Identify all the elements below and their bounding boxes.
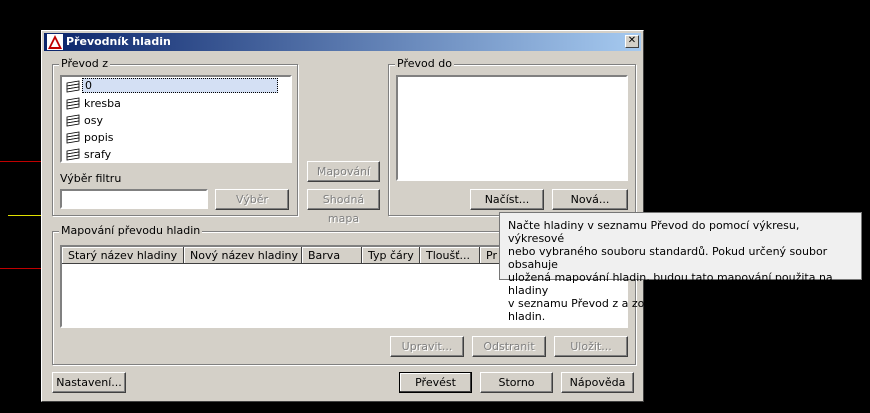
layer-icon	[66, 114, 80, 127]
settings-button[interactable]: Nastavení...	[52, 372, 126, 393]
convert-button[interactable]: Převést	[399, 372, 472, 393]
remove-button[interactable]: Odstranit	[472, 336, 546, 357]
new-button[interactable]: Nová...	[552, 189, 628, 210]
target-layer-list[interactable]	[396, 75, 628, 181]
save-button[interactable]: Uložit...	[554, 336, 628, 357]
layer-icon	[66, 80, 80, 93]
window-title: Převodník hladin	[66, 35, 171, 48]
source-group-label: Převod z	[59, 57, 110, 70]
layer-name: kresba	[84, 97, 121, 110]
layer-name: popis	[84, 131, 114, 144]
edit-button[interactable]: Upravit...	[390, 336, 464, 357]
tooltip-line: v seznamu Převod z a zobrazena v poli Ma…	[508, 297, 828, 323]
tooltip-line: nebo vybraného souboru standardů. Pokud …	[508, 245, 828, 271]
tooltip-line: Načte hladiny v seznamu Převod do pomocí…	[508, 219, 800, 245]
filter-input[interactable]	[60, 189, 208, 209]
column-header[interactable]: Barva	[302, 247, 362, 264]
source-layer-item[interactable]: osy	[64, 112, 274, 128]
title-bar[interactable]: Převodník hladin ✕	[44, 33, 641, 51]
cancel-button[interactable]: Storno	[480, 372, 553, 393]
filter-label: Výběr filtru	[60, 172, 122, 185]
mapping-group-label: Mapování převodu hladin	[59, 224, 203, 237]
source-layer-item[interactable]: kresba	[64, 95, 274, 111]
background-line-yellow	[8, 215, 41, 216]
background-line-red-1	[0, 161, 41, 162]
autocad-app-icon	[47, 34, 63, 50]
load-button-tooltip: Načte hladiny v seznamu Převod do pomocí…	[499, 212, 862, 323]
column-header[interactable]: Tloušť...	[420, 247, 480, 264]
background-line-red-2	[0, 268, 41, 269]
load-button[interactable]: Načíst...	[470, 189, 544, 210]
source-layer-item[interactable]: srafy	[64, 146, 274, 162]
column-header[interactable]: Starý název hladiny	[62, 247, 184, 264]
layer-icon	[66, 148, 80, 161]
close-button[interactable]: ✕	[625, 35, 639, 48]
column-header[interactable]: Typ čáry	[362, 247, 420, 264]
map-button[interactable]: Mapování	[307, 161, 380, 182]
same-map-button[interactable]: Shodná mapa	[307, 189, 380, 225]
help-button[interactable]: Nápověda	[561, 372, 634, 393]
layer-name: 0	[82, 78, 278, 93]
layer-name: osy	[84, 114, 103, 127]
tooltip-line: uložená mapování hladin, budou tato mapo…	[508, 271, 833, 297]
source-layer-item[interactable]: 0	[64, 78, 278, 94]
layer-name: srafy	[84, 148, 112, 161]
source-layer-list[interactable]: 0 kresba osy popis srafy	[60, 75, 292, 163]
column-header[interactable]: Nový název hladiny	[184, 247, 302, 264]
select-button[interactable]: Výběr	[215, 189, 289, 210]
layer-icon	[66, 131, 80, 144]
source-layer-item[interactable]: popis	[64, 129, 274, 145]
layer-icon	[66, 97, 80, 110]
target-group-label: Převod do	[395, 57, 454, 70]
